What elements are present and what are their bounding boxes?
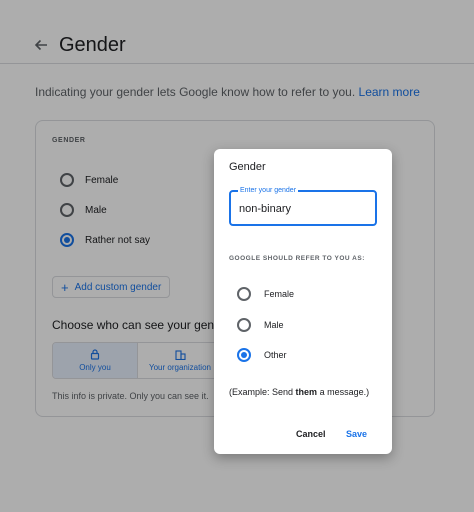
pronoun-option-other[interactable]: Other: [237, 347, 287, 363]
radio-button[interactable]: [237, 287, 251, 301]
cancel-button[interactable]: Cancel: [296, 429, 326, 439]
custom-gender-input[interactable]: [239, 201, 369, 217]
field-label: Enter your gender: [238, 185, 299, 196]
radio-button[interactable]: [237, 348, 251, 362]
example-text: (Example: Send them a message.): [229, 387, 370, 397]
save-button[interactable]: Save: [346, 429, 367, 439]
pronoun-option-female[interactable]: Female: [237, 286, 294, 302]
custom-gender-field: Enter your gender: [229, 185, 377, 226]
pronoun-section-label: GOOGLE SHOULD REFER TO YOU AS:: [229, 255, 365, 262]
dialog-title: Gender: [229, 161, 266, 173]
pronoun-option-male[interactable]: Male: [237, 317, 284, 333]
radio-button[interactable]: [237, 318, 251, 332]
gender-dialog: Gender Enter your gender GOOGLE SHOULD R…: [214, 149, 392, 454]
